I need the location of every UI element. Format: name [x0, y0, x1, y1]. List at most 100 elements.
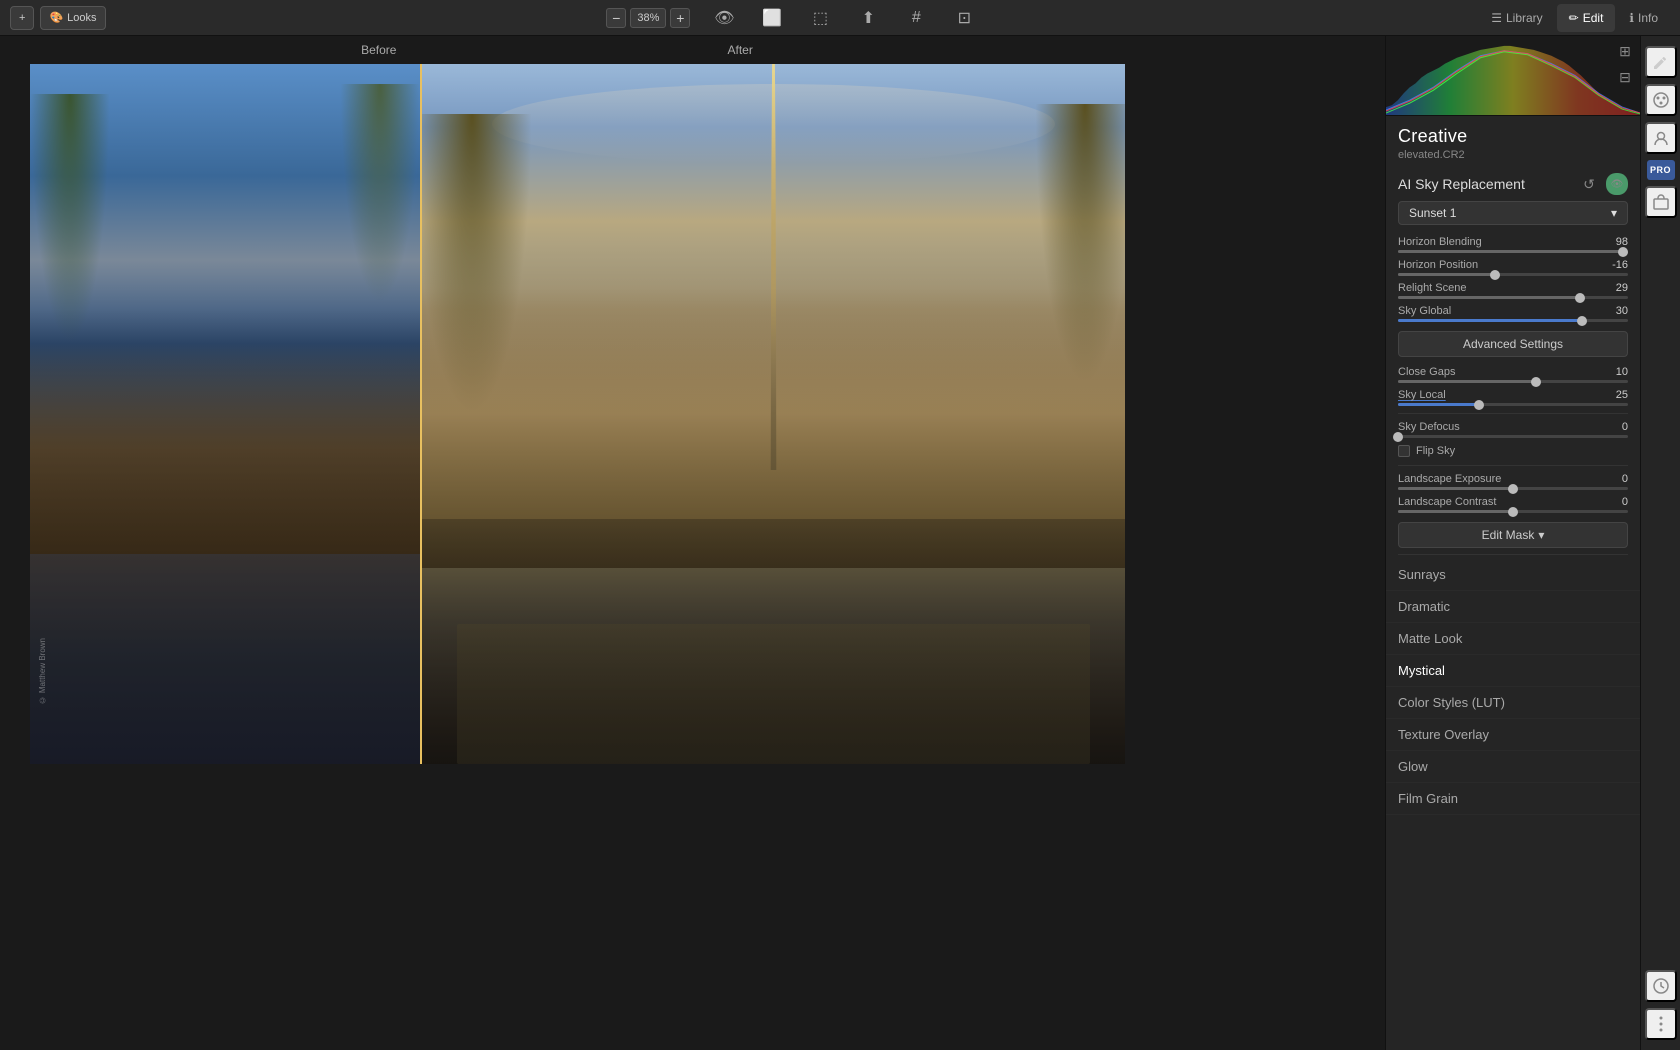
- main-content: Before After © Matthew Brown: [0, 36, 1680, 1050]
- before-label: Before: [361, 43, 396, 57]
- zoom-value: 38%: [630, 8, 666, 28]
- sky-defocus-track[interactable]: [1398, 435, 1628, 438]
- histogram-chart: [1386, 36, 1640, 115]
- chevron-down-icon: ▾: [1611, 206, 1617, 220]
- chevron-down-icon-2: ▾: [1538, 528, 1544, 542]
- creative-item-glow[interactable]: Glow: [1386, 751, 1640, 783]
- info-icon: ℹ: [1629, 11, 1634, 25]
- histogram-icons: ⊞ ⊟: [1614, 40, 1636, 88]
- watermark: © Matthew Brown: [38, 638, 47, 704]
- creative-list: Sunrays Dramatic Matte Look Mystical Col…: [1386, 559, 1640, 815]
- sidebar-more-icon[interactable]: [1645, 1008, 1677, 1040]
- library-icon: ☰: [1491, 11, 1502, 25]
- horizon-blending-slider: Horizon Blending 98: [1386, 233, 1640, 256]
- close-gaps-label: Close Gaps: [1398, 366, 1455, 378]
- sky-defocus-slider: Sky Defocus 0: [1386, 418, 1640, 441]
- sidebar-face-icon[interactable]: [1645, 122, 1677, 154]
- horizon-position-label: Horizon Position: [1398, 259, 1478, 271]
- creative-item-matte-look[interactable]: Matte Look: [1386, 623, 1640, 655]
- image-viewer: Before After © Matthew Brown: [0, 36, 1385, 1050]
- image-before: © Matthew Brown: [30, 64, 420, 764]
- creative-item-dramatic[interactable]: Dramatic: [1386, 591, 1640, 623]
- visibility-toggle[interactable]: 👁: [1606, 173, 1628, 195]
- add-icon: +: [19, 12, 25, 24]
- sidebar-bag-icon[interactable]: [1645, 186, 1677, 218]
- horizon-blending-track[interactable]: [1398, 250, 1628, 253]
- sky-global-value: 30: [1616, 305, 1628, 317]
- panel-header: Creative elevated.CR2: [1386, 116, 1640, 165]
- flip-sky-label: Flip Sky: [1416, 445, 1455, 457]
- histogram-area: ⊞ ⊟: [1386, 36, 1640, 116]
- split-line[interactable]: [420, 64, 422, 764]
- looks-icon: 🎨: [49, 11, 63, 24]
- landscape-exposure-track[interactable]: [1398, 487, 1628, 490]
- sky-global-slider: Sky Global 30: [1386, 302, 1640, 325]
- library-tab[interactable]: ☰ Library: [1479, 4, 1554, 32]
- crop-button[interactable]: ⬚: [806, 4, 834, 32]
- panel-filename: elevated.CR2: [1398, 149, 1628, 161]
- before-after-labels: Before After: [0, 36, 1385, 64]
- sky-defocus-value: 0: [1622, 421, 1628, 433]
- sky-defocus-label: Sky Defocus: [1398, 421, 1460, 433]
- advanced-settings-label: Advanced Settings: [1463, 337, 1563, 351]
- share-button[interactable]: ⬆: [854, 4, 882, 32]
- preview-button[interactable]: 👁: [710, 4, 738, 32]
- sidebar-edit-icon[interactable]: [1645, 46, 1677, 78]
- relight-scene-label: Relight Scene: [1398, 282, 1467, 294]
- add-button[interactable]: +: [10, 6, 34, 30]
- creative-item-mystical[interactable]: Mystical: [1386, 655, 1640, 687]
- landscape-contrast-track[interactable]: [1398, 510, 1628, 513]
- fullscreen-button[interactable]: ⊡: [950, 4, 978, 32]
- advanced-settings-button[interactable]: Advanced Settings: [1398, 331, 1628, 357]
- sky-selector-value: Sunset 1: [1409, 206, 1456, 220]
- sky-selector[interactable]: Sunset 1 ▾: [1398, 201, 1628, 225]
- sky-local-track[interactable]: [1398, 403, 1628, 406]
- info-tab[interactable]: ℹ Info: [1617, 4, 1670, 32]
- panel-scroll[interactable]: Creative elevated.CR2 AI Sky Replacement…: [1386, 116, 1640, 1050]
- horizon-position-track[interactable]: [1398, 273, 1628, 276]
- close-gaps-track[interactable]: [1398, 380, 1628, 383]
- creative-item-film-grain[interactable]: Film Grain: [1386, 783, 1640, 815]
- toolbar-center: − 38% + 👁 ⬜ ⬚ ⬆ # ⊡: [116, 4, 1470, 32]
- creative-item-sunrays[interactable]: Sunrays: [1386, 559, 1640, 591]
- flip-sky-checkbox[interactable]: Flip Sky: [1386, 441, 1640, 461]
- relight-scene-slider: Relight Scene 29: [1386, 279, 1640, 302]
- divider-2: [1398, 465, 1628, 466]
- edit-tab[interactable]: ✏ Edit: [1557, 4, 1616, 32]
- edit-icon: ✏: [1569, 11, 1579, 25]
- sidebar-icons: PRO: [1640, 36, 1680, 1050]
- edit-mask-label: Edit Mask: [1482, 528, 1535, 542]
- histogram-sliders-icon[interactable]: ⊟: [1614, 66, 1636, 88]
- landscape-contrast-slider: Landscape Contrast 0: [1386, 493, 1640, 516]
- section-icons: ↺ 👁: [1578, 173, 1628, 195]
- reset-button[interactable]: ↺: [1578, 173, 1600, 195]
- landscape-exposure-label: Landscape Exposure: [1398, 473, 1501, 485]
- panel-title: Creative: [1398, 126, 1628, 147]
- creative-item-texture-overlay[interactable]: Texture Overlay: [1386, 719, 1640, 751]
- compare-button[interactable]: ⬜: [758, 4, 786, 32]
- top-toolbar: + 🎨 Looks − 38% + 👁 ⬜ ⬚ ⬆ # ⊡ ☰ Library …: [0, 0, 1680, 36]
- right-panel: ⊞ ⊟ Creative elevated.CR2 AI Sky Replace…: [1385, 36, 1640, 1050]
- creative-item-color-styles[interactable]: Color Styles (LUT): [1386, 687, 1640, 719]
- divider-3: [1398, 554, 1628, 555]
- sky-global-label: Sky Global: [1398, 305, 1451, 317]
- horizon-position-value: -16: [1612, 259, 1628, 271]
- sky-local-value: 25: [1616, 389, 1628, 401]
- sky-local-label: Sky Local: [1398, 389, 1446, 401]
- ai-sky-section-header: AI Sky Replacement ↺ 👁: [1386, 165, 1640, 201]
- sidebar-pro-badge[interactable]: PRO: [1647, 160, 1675, 180]
- sidebar-palette-icon[interactable]: [1645, 84, 1677, 116]
- landscape-contrast-value: 0: [1622, 496, 1628, 508]
- looks-button[interactable]: 🎨 Looks: [40, 6, 105, 30]
- relight-scene-track[interactable]: [1398, 296, 1628, 299]
- image-after: [422, 64, 1125, 764]
- zoom-plus-button[interactable]: +: [670, 8, 690, 28]
- edit-mask-button[interactable]: Edit Mask ▾: [1398, 522, 1628, 548]
- keyboard-button[interactable]: #: [902, 4, 930, 32]
- histogram-layers-icon[interactable]: ⊞: [1614, 40, 1636, 62]
- sidebar-history-icon[interactable]: [1645, 970, 1677, 1002]
- sky-global-track[interactable]: [1398, 319, 1628, 322]
- zoom-minus-button[interactable]: −: [606, 8, 626, 28]
- close-gaps-slider: Close Gaps 10: [1386, 363, 1640, 386]
- flip-sky-check: [1398, 445, 1410, 457]
